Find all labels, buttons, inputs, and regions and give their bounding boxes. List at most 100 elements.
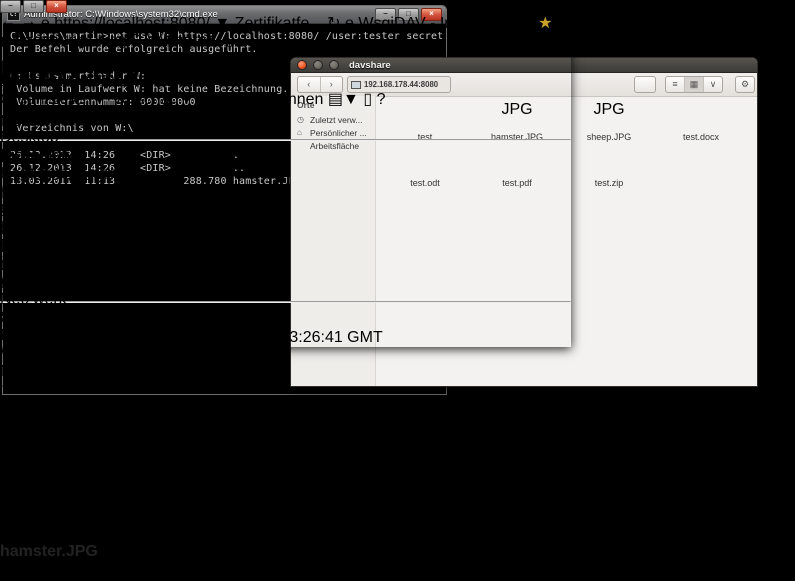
explorer-content: ★FavoritenDesktopBibliothekenHeimnetzgru… (0, 109, 795, 543)
tags-add-link[interactable]: Markierung hinzufügen (541, 543, 704, 560)
sidebar-item-label: VPN (0, 345, 33, 362)
sidebar-item-dvd-rw-laufwerk--d--[interactable]: DVD-RW-Laufwerk (D:) (0, 237, 795, 255)
file-list: test26.12.2013 15:21DateiordnerCOPYING26… (0, 381, 795, 543)
menu-item-[interactable]: ? (213, 71, 222, 88)
sidebar-item-label: Netzwerk (0, 291, 67, 308)
sidebar-item-icloud-fotos[interactable]: iCloud-Fotos (0, 255, 795, 273)
sidebar-item-papierkorb[interactable]: Papierkorb (0, 327, 795, 345)
file-date-cell: 13.03.2011 11:13 (94, 417, 216, 434)
file-size-cell: 31 KB (324, 489, 368, 506)
table-row-sheep-jpg[interactable]: sheep.JPG08.07.2011 18:52JPG-Datei2.501 … (0, 435, 795, 453)
column-type[interactable]: Typ (173, 363, 199, 380)
file-name-cell: test (2, 381, 28, 398)
preview-pane-icon[interactable]: ▯ (363, 91, 372, 108)
sidebar-item-label: Lokaler Datenträger (C:) (0, 219, 173, 236)
sidebar-item-label: Heimnetzgruppe (0, 165, 117, 182)
file-type-cell: OpenDocument T... (192, 471, 330, 488)
sidebar-item-label: Bibliotheken (0, 147, 87, 164)
rating-label: Bewertung: (708, 543, 789, 560)
menu-item-ansicht[interactable]: Ansicht (115, 71, 167, 88)
column-headers: Name Änderungsdatum Typ Größe (0, 363, 795, 381)
file-date-cell: 26.12.2013 14:26 (81, 453, 206, 470)
table-row-copying[interactable]: COPYING26.12.2013 16:22Datei18 KB (0, 399, 795, 417)
sidebar-item-lokaler-datentr-ger--c--[interactable]: Lokaler Datenträger (C:) (0, 219, 795, 237)
table-row-hamster-jpg[interactable]: hamster.JPG13.03.2011 11:13JPG-Datei283 … (0, 417, 795, 435)
sidebar-item-label: Favoriten (14, 111, 81, 128)
explorer-caption-buttons: – □ × (0, 0, 795, 13)
table-row-test[interactable]: test26.12.2013 15:21Dateiordner (0, 381, 795, 399)
sidebar-item-label: iCloud-Fotos (0, 255, 91, 272)
sidebar-item-netzwerk[interactable]: Netzwerk (0, 291, 795, 309)
print-button[interactable]: Drucken (199, 91, 259, 108)
explorer-minimize-button[interactable]: – (0, 0, 21, 13)
tags-label: Markierungen: (434, 543, 536, 560)
hamster-photo-preview (7, 52, 69, 102)
sidebar-item-heimnetzgruppe[interactable]: Heimnetzgruppe (0, 165, 795, 183)
sidebar-item-desktop[interactable]: Desktop (0, 129, 795, 147)
file-size-cell: 18 KB (238, 399, 282, 416)
sidebar-item-label: Computer (0, 201, 70, 218)
back-button[interactable]: ← (0, 13, 16, 30)
details-filetype: JPG-Datei (102, 543, 176, 560)
sidebar-item-label: martin (0, 183, 44, 200)
preview-button[interactable]: Vorschau▼ (112, 91, 195, 108)
breadcrumb-segment[interactable]: Computer (12, 32, 82, 50)
file-name-cell: COPYING (2, 399, 76, 416)
file-type-cell: Datei (200, 399, 237, 416)
help-icon[interactable]: ? (377, 91, 386, 108)
file-date-cell: 26.12.2013 16:22 (76, 399, 201, 416)
file-date-cell: 26.12.2013 13:55 (67, 471, 192, 488)
command-toolbar: Organisieren▼ Vorschau▼ Drucken Brennen … (0, 89, 795, 109)
table-row-test-pdf[interactable]: Atest.pdf26.12.2013 14:19Adobe Acrobat D… (0, 489, 795, 507)
column-date[interactable]: Änderungsdatum (47, 363, 169, 380)
sidebar-item-martin[interactable]: martin (0, 183, 795, 201)
file-date-cell: 26.12.2013 14:19 (65, 489, 190, 506)
sidebar-item-favoriten[interactable]: ★Favoriten (0, 109, 795, 129)
file-type-cell: JPG-Datei (205, 435, 279, 452)
file-date-cell: 26.12.2013 14:22 (53, 507, 178, 524)
file-icon: A (2, 525, 13, 542)
views-icon[interactable]: ▤▼ (328, 91, 359, 108)
sidebar-item-systemsteuerung[interactable]: Systemsteuerung (0, 309, 795, 327)
table-row-test-zip[interactable]: test.zip26.12.2013 14:22ZIP-komprimierte… (0, 507, 795, 525)
breadcrumb-segment[interactable]: WsgiDAV share (95, 32, 207, 50)
sidebar-item-computer[interactable]: Computer (0, 201, 795, 219)
breadcrumb-separator: ▶ (207, 31, 219, 51)
sidebar-item-wsgidav-share[interactable]: WsgiDAV share (0, 273, 795, 291)
explorer-close-button[interactable]: × (46, 0, 67, 13)
rating-stars[interactable]: ☆ ☆ ☆ ☆ ☆ (0, 563, 90, 580)
file-type-cell: Adobe Acrobat D... (190, 489, 324, 506)
breadcrumb-separator: ▶ (83, 31, 95, 51)
file-type-cell: JPG-Datei (217, 417, 291, 434)
forward-button[interactable]: → (20, 13, 36, 30)
file-size-cell: 24 KB (313, 507, 357, 524)
file-icon: A (2, 489, 13, 506)
sidebar-item-label: WsgiDAV share (0, 273, 112, 290)
menu-bar: DateiBearbeitenAnsichtExtras? (0, 71, 795, 89)
sidebar-item-label: Desktop (0, 129, 59, 146)
breadcrumb-separator: ▶ (0, 31, 12, 51)
column-size[interactable]: Größe (203, 363, 248, 380)
table-row-test-docx[interactable]: Wtest.docx26.12.2013 14:26Microsoft Word… (0, 453, 795, 471)
file-name-cell: hamster.JPG (2, 417, 94, 434)
table-row-test2-pdf[interactable]: Atest2.pdf27.12.2013 15:10Adobe Acrobat … (0, 525, 795, 543)
breadcrumb: ▶Computer▶WsgiDAV share▶ (0, 31, 795, 51)
file-name-cell: test.docx (17, 453, 81, 470)
details-pane: hamster.JPG JPG-Datei Aufnahmedatum: 12.… (0, 543, 795, 581)
file-size-cell: 5 KB (342, 453, 377, 470)
dimensions-label: Abmessungen: (93, 563, 200, 580)
size-label: Größe: (279, 563, 329, 580)
sidebar-item-bibliotheken[interactable]: Bibliotheken (0, 147, 795, 165)
search-box[interactable]: WsgiDAV share durchsuchen (38, 53, 246, 70)
file-name-cell: test2.pdf (13, 525, 74, 542)
menu-item-extras[interactable]: Extras (167, 71, 212, 88)
column-name[interactable]: Name (0, 363, 43, 380)
sidebar-item-label: DVD-RW-Laufwerk (D:) (0, 237, 167, 254)
file-size-cell: 2.501 KB (278, 435, 344, 452)
sidebar-item-label: Papierkorb (0, 327, 77, 344)
explorer-maximize-button[interactable]: □ (23, 0, 44, 13)
sidebar-item-vpn[interactable]: VPN (0, 345, 795, 363)
table-row-test-odt[interactable]: Otest.odt26.12.2013 13:55OpenDocument T.… (0, 471, 795, 489)
navigation-pane: ★FavoritenDesktopBibliothekenHeimnetzgru… (0, 109, 795, 363)
burn-button[interactable]: Brennen (263, 91, 324, 108)
